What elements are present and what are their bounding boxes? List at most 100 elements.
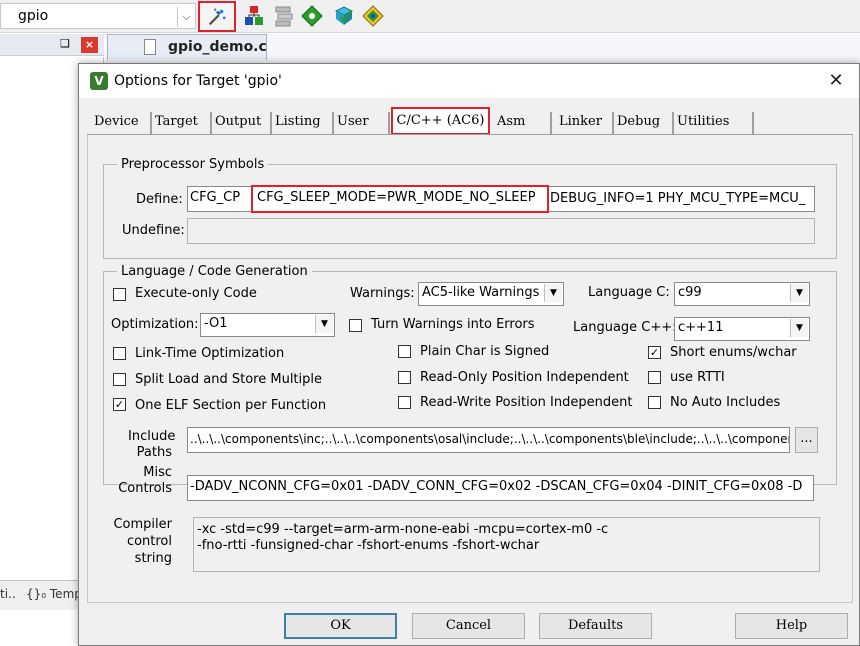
misc-controls-label-2: Controls xyxy=(118,481,172,496)
use-rtti-label: use RTTI xyxy=(670,370,725,385)
link-time-checkbox[interactable] xyxy=(113,347,126,360)
define-value-sleep-mode: CFG_SLEEP_MODE=PWR_MODE_NO_SLEEP xyxy=(257,190,536,205)
include-paths-browse-button[interactable]: ... xyxy=(795,427,818,453)
pack-installer-icon xyxy=(301,5,323,27)
include-paths-value: ..\..\..\components\inc;..\..\..\compone… xyxy=(190,432,790,446)
tab-asm[interactable]: Asm xyxy=(494,112,552,134)
one-elf-label: One ELF Section per Function xyxy=(135,398,327,413)
ro-pi-label: Read-Only Position Independent xyxy=(420,370,629,385)
target-select[interactable]: gpio ⌵ xyxy=(0,3,196,29)
define-sleep-mode-highlight: CFG_SLEEP_MODE=PWR_MODE_NO_SLEEP xyxy=(251,185,549,213)
options-for-target-icon xyxy=(208,8,226,26)
optimization-value: -O1 xyxy=(204,316,228,331)
plain-char-label: Plain Char is Signed xyxy=(420,344,550,359)
warnings-label: Warnings: xyxy=(350,286,415,301)
close-icon[interactable]: ✕ xyxy=(823,69,849,93)
language-cpp-value: c++11 xyxy=(678,320,724,335)
uvision-icon: V xyxy=(90,72,108,90)
chevron-down-icon[interactable]: ▼ xyxy=(790,319,808,337)
ok-button[interactable]: OK xyxy=(284,613,397,639)
select-software-packs-icon xyxy=(334,6,354,25)
select-software-packs-button[interactable] xyxy=(330,2,358,30)
language-c-label: Language C: xyxy=(588,285,670,300)
rw-pi-checkbox[interactable] xyxy=(398,396,411,409)
define-value-prefix: CFG_CP xyxy=(190,190,241,205)
define-label: Define: xyxy=(136,192,183,207)
pin-icon[interactable]: ❑ xyxy=(58,37,72,51)
manage-components-button[interactable] xyxy=(240,2,268,30)
options-dialog: V Options for Target 'gpio' ✕ Device Tar… xyxy=(78,63,860,646)
chevron-down-icon[interactable]: ▼ xyxy=(544,284,562,302)
compiler-control-label-3: string xyxy=(134,551,172,566)
tab-debug[interactable]: Debug xyxy=(614,112,674,134)
misc-controls-label-1: Misc xyxy=(143,465,172,480)
editor-tab[interactable]: gpio_demo.c xyxy=(107,34,267,60)
dialog-title-bar: V Options for Target 'gpio' ✕ xyxy=(79,64,859,98)
one-elf-checkbox[interactable]: ✓ xyxy=(113,398,126,411)
execute-only-label: Execute-only Code xyxy=(135,286,257,301)
execute-only-checkbox[interactable] xyxy=(113,288,126,301)
use-rtti-checkbox[interactable] xyxy=(648,371,661,384)
file-extensions-icon xyxy=(275,6,293,27)
include-paths-label-2: Paths xyxy=(136,445,172,460)
no-auto-includes-checkbox[interactable] xyxy=(648,396,661,409)
tab-utilities[interactable]: Utilities xyxy=(674,112,754,134)
optimization-label: Optimization: xyxy=(111,317,199,332)
ide-toolbar: gpio ⌵ xyxy=(0,0,860,33)
file-icon xyxy=(144,39,156,55)
misc-controls-input[interactable]: -DADV_NCONN_CFG=0x01 -DADV_CONN_CFG=0x02… xyxy=(187,475,814,501)
project-tab[interactable]: ti.. xyxy=(0,587,16,601)
optimization-select[interactable]: -O1 ▼ xyxy=(200,313,335,337)
turn-warnings-label: Turn Warnings into Errors xyxy=(371,317,535,332)
split-load-label: Split Load and Store Multiple xyxy=(135,372,322,387)
short-enums-label: Short enums/wchar xyxy=(670,345,797,360)
tab-user[interactable]: User xyxy=(334,112,390,134)
compiler-control-label-1: Compiler xyxy=(113,517,172,532)
chevron-down-icon[interactable]: ▼ xyxy=(315,315,333,333)
manage-components-icon xyxy=(245,6,263,25)
language-c-select[interactable]: c99 ▼ xyxy=(674,282,810,306)
compiler-control-line-1: -xc -std=c99 --target=arm-arm-none-eabi … xyxy=(197,522,609,537)
include-paths-label-1: Include xyxy=(128,429,176,444)
split-load-checkbox[interactable] xyxy=(113,373,126,386)
language-cpp-label: Language C++: xyxy=(573,320,677,335)
misc-controls-value: -DADV_NCONN_CFG=0x01 -DADV_CONN_CFG=0x02… xyxy=(190,479,803,494)
templates-tab[interactable]: {}₀ Temp xyxy=(26,587,82,601)
file-extensions-button[interactable] xyxy=(269,2,297,30)
chevron-down-icon[interactable]: ⌵ xyxy=(177,7,195,27)
project-panel-header: ❑ × xyxy=(0,34,104,56)
cc-options-page: Preprocessor Symbols Define: CFG_CP CFG_… xyxy=(87,135,853,603)
pack-installer-button[interactable] xyxy=(298,2,326,30)
tab-cc-ac6[interactable]: C/C++ (AC6) xyxy=(391,107,490,135)
link-time-label: Link-Time Optimization xyxy=(135,346,285,361)
compiler-control-string: -xc -std=c99 --target=arm-arm-none-eabi … xyxy=(193,517,820,572)
undefine-input[interactable] xyxy=(187,218,815,244)
language-cpp-select[interactable]: c++11 ▼ xyxy=(674,317,810,341)
close-icon[interactable]: × xyxy=(81,37,98,53)
compiler-control-line-2: -fno-rtti -funsigned-char -fshort-enums … xyxy=(197,538,540,553)
options-for-target-button[interactable] xyxy=(198,1,236,32)
target-select-value: gpio xyxy=(18,8,49,24)
short-enums-checkbox[interactable]: ✓ xyxy=(648,346,661,359)
defaults-button[interactable]: Defaults xyxy=(539,613,652,639)
compiler-control-label-2: control xyxy=(126,534,172,549)
manage-run-time-environment-button[interactable] xyxy=(359,2,387,30)
warnings-value: AC5-like Warnings xyxy=(422,285,540,300)
tab-target[interactable]: Target xyxy=(152,112,212,134)
tab-output[interactable]: Output xyxy=(212,112,272,134)
warnings-select[interactable]: AC5-like Warnings ▼ xyxy=(418,282,564,306)
include-paths-input[interactable]: ..\..\..\components\inc;..\..\..\compone… xyxy=(187,427,790,453)
no-auto-includes-label: No Auto Includes xyxy=(670,395,781,410)
tab-listing[interactable]: Listing xyxy=(272,112,334,134)
chevron-down-icon[interactable]: ▼ xyxy=(790,284,808,302)
ro-pi-checkbox[interactable] xyxy=(398,371,411,384)
manage-run-time-environment-icon xyxy=(362,5,384,27)
plain-char-checkbox[interactable] xyxy=(398,345,411,358)
cancel-button[interactable]: Cancel xyxy=(412,613,525,639)
tab-device[interactable]: Device xyxy=(91,112,152,134)
undefine-label: Undefine: xyxy=(122,223,185,238)
turn-warnings-checkbox[interactable] xyxy=(349,319,362,332)
language-group-title: Language / Code Generation xyxy=(117,264,312,279)
tab-linker[interactable]: Linker xyxy=(556,112,614,134)
help-button[interactable]: Help xyxy=(735,613,848,639)
